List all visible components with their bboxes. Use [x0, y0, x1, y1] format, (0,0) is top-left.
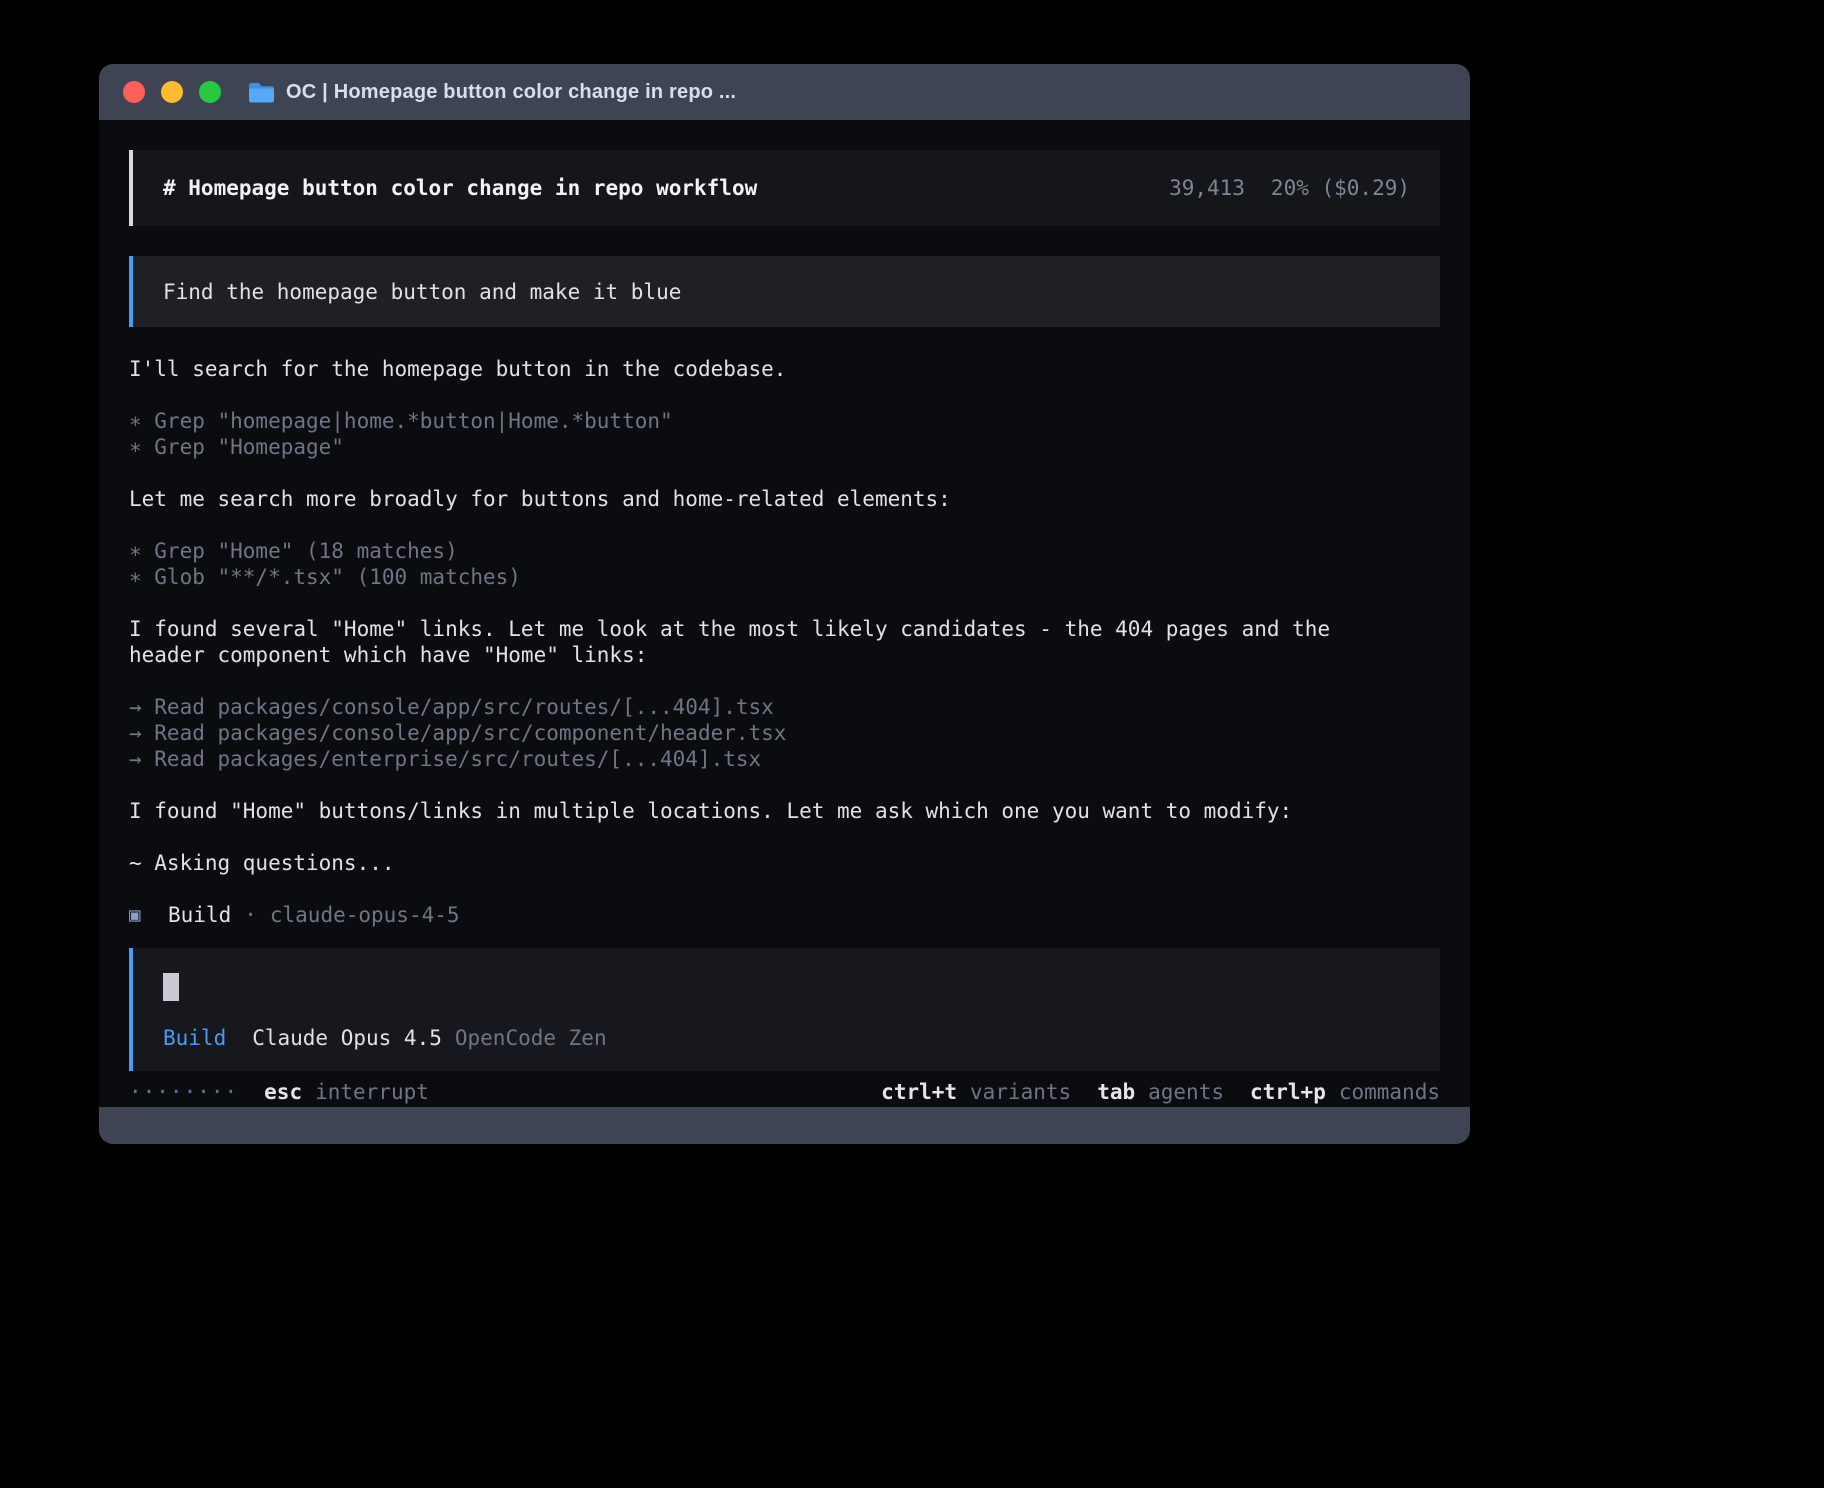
blank-line: [129, 590, 1440, 616]
window-title: OC | Homepage button color change in rep…: [286, 81, 736, 104]
shortcut-label: variants: [970, 1079, 1071, 1105]
blank-line: [129, 668, 1440, 694]
shortcut-key: ctrl+t: [881, 1079, 957, 1105]
shortcut-key: tab: [1097, 1079, 1135, 1105]
assistant-text-line: I'll search for the homepage button in t…: [129, 356, 1440, 382]
tool-call-line: → Read packages/console/app/src/routes/[…: [129, 694, 1440, 720]
assistant-text-line: I found several "Home" links. Let me loo…: [129, 616, 1440, 642]
minimize-button[interactable]: [161, 81, 183, 103]
assistant-text-line: ~ Asking questions...: [129, 850, 1440, 876]
prompt-model[interactable]: Claude Opus 4.5: [252, 1025, 442, 1051]
shortcut-variants: ctrl+t variants: [881, 1079, 1071, 1105]
agent-status-line: ▣ Build · claude-opus-4-5: [129, 902, 1440, 928]
shortcut-label: commands: [1339, 1079, 1440, 1105]
assistant-text-line: I found "Home" buttons/links in multiple…: [129, 798, 1440, 824]
text-cursor: [163, 973, 179, 1001]
blank-line: [129, 824, 1440, 850]
tool-call-line: ∗ Grep "homepage|home.*button|Home.*butt…: [129, 408, 1440, 434]
titlebar: OC | Homepage button color change in rep…: [99, 64, 1470, 120]
tool-call-line: → Read packages/console/app/src/componen…: [129, 720, 1440, 746]
interrupt-label: interrupt: [315, 1079, 429, 1105]
transcript: I'll search for the homepage button in t…: [129, 356, 1440, 876]
shortcut-key: ctrl+p: [1250, 1079, 1326, 1105]
assistant-text-line: Let me search more broadly for buttons a…: [129, 486, 1440, 512]
esc-key: esc: [264, 1079, 302, 1105]
terminal-window: OC | Homepage button color change in rep…: [99, 64, 1470, 1144]
status-bar: ········ esc interrupt ctrl+t variants t…: [129, 1079, 1440, 1105]
shortcut-commands: ctrl+p commands: [1250, 1079, 1440, 1105]
blank-line: [129, 460, 1440, 486]
prompt-provider: OpenCode Zen: [455, 1025, 607, 1051]
traffic-lights: [123, 81, 221, 103]
terminal-content: # Homepage button color change in repo w…: [99, 120, 1470, 1107]
prompt-input[interactable]: Build Claude Opus 4.5 OpenCode Zen: [129, 948, 1440, 1071]
tool-call-line: → Read packages/enterprise/src/routes/[.…: [129, 746, 1440, 772]
shortcut-agents: tab agents: [1097, 1079, 1224, 1105]
tool-call-line: ∗ Glob "**/*.tsx" (100 matches): [129, 564, 1440, 590]
shortcut-label: agents: [1148, 1079, 1224, 1105]
folder-icon: [249, 82, 276, 103]
agent-name: Build: [168, 902, 231, 928]
zoom-button[interactable]: [199, 81, 221, 103]
close-button[interactable]: [123, 81, 145, 103]
user-message: Find the homepage button and make it blu…: [129, 256, 1440, 327]
user-message-text: Find the homepage button and make it blu…: [163, 279, 681, 305]
tool-call-line: ∗ Grep "Homepage": [129, 434, 1440, 460]
blank-line: [129, 512, 1440, 538]
agent-separator: ·: [244, 902, 257, 928]
assistant-text-line: header component which have "Home" links…: [129, 642, 1440, 668]
context-cost: 20% ($0.29): [1271, 175, 1410, 201]
tool-call-line: ∗ Grep "Home" (18 matches): [129, 538, 1440, 564]
prompt-agent[interactable]: Build: [163, 1025, 226, 1051]
prompt-meta: Build Claude Opus 4.5 OpenCode Zen: [163, 1025, 1410, 1051]
blank-line: [129, 772, 1440, 798]
session-title: # Homepage button color change in repo w…: [163, 175, 757, 201]
agent-icon: ▣: [129, 902, 168, 928]
session-header: # Homepage button color change in repo w…: [129, 150, 1440, 226]
session-stats: 39,413 20% ($0.29): [1169, 175, 1410, 201]
shortcut-hints: ctrl+t variants tab agents ctrl+p comman…: [881, 1079, 1440, 1105]
token-count: 39,413: [1169, 175, 1245, 201]
spinner-dots: ········: [129, 1079, 238, 1105]
blank-line: [129, 382, 1440, 408]
agent-model: claude-opus-4-5: [270, 902, 460, 928]
